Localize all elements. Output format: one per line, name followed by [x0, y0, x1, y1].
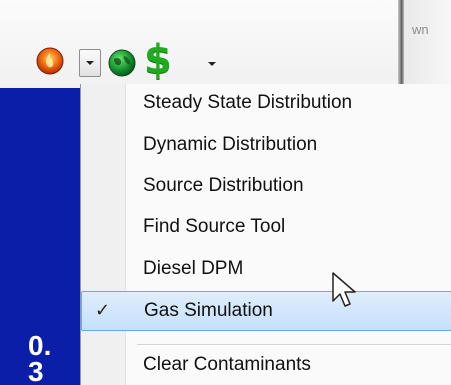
menu-item-source-distribution[interactable]: Source Distribution	[81, 167, 451, 207]
toolbar: $ wn	[0, 0, 451, 88]
globe-icon[interactable]	[108, 49, 136, 77]
menu-item-label: Steady State Distribution	[143, 92, 353, 113]
menu-item-label: Clear Contaminants	[143, 354, 311, 375]
menu-item-label: Diesel DPM	[143, 258, 244, 279]
menu-item-label: Gas Simulation	[144, 300, 273, 321]
dropdown-button[interactable]	[79, 49, 101, 77]
chevron-down-icon[interactable]	[208, 62, 216, 66]
menu-item-label: Source Distribution	[143, 175, 304, 196]
menu-item-clear-contaminants[interactable]: Clear Contaminants	[81, 346, 451, 385]
panel-value-line2: 3	[28, 356, 44, 385]
checkmark-icon: ✓	[95, 300, 111, 321]
adjacent-panel-text: wn	[412, 22, 429, 37]
adjacent-panel	[404, 0, 451, 88]
menu-item-label: Dynamic Distribution	[143, 134, 318, 155]
mouse-pointer-icon	[332, 272, 356, 307]
app-screen: $ wn 0. 3 Steady State Distribution Dyna…	[0, 0, 451, 385]
menu-item-dynamic-distribution[interactable]: Dynamic Distribution	[81, 126, 451, 166]
flame-icon[interactable]	[36, 47, 64, 75]
menu-item-find-source-tool[interactable]: Find Source Tool	[81, 208, 451, 248]
menu-item-diesel-dpm[interactable]: Diesel DPM	[81, 250, 451, 290]
menu-item-label: Find Source Tool	[143, 216, 286, 237]
dropdown-menu: Steady State Distribution Dynamic Distri…	[80, 84, 451, 385]
menu-item-steady-state-distribution[interactable]: Steady State Distribution	[81, 84, 451, 124]
chevron-down-icon	[86, 61, 94, 65]
menu-item-gas-simulation[interactable]: ✓ Gas Simulation	[81, 291, 451, 331]
dollar-icon[interactable]: $	[144, 36, 172, 84]
